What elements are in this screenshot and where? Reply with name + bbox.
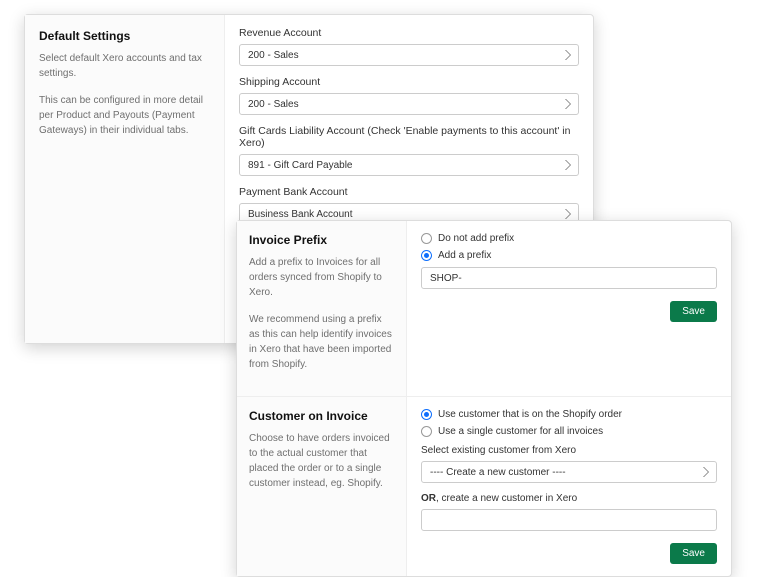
prefix-input[interactable]: SHOP-: [421, 267, 717, 289]
radio-no-prefix[interactable]: Do not add prefix: [421, 233, 717, 244]
or-create-label: OR, create a new customer in Xero: [421, 493, 717, 504]
radio-label: Do not add prefix: [438, 233, 514, 244]
invoice-prefix-main: Do not add prefix Add a prefix SHOP- Sav…: [407, 221, 731, 396]
radio-label: Add a prefix: [438, 250, 491, 261]
invoice-prefix-desc1: Add a prefix to Invoices for all orders …: [249, 255, 394, 300]
revenue-account-select[interactable]: 200 - Sales: [239, 44, 579, 66]
radio-label: Use a single customer for all invoices: [438, 426, 603, 437]
default-settings-sidebar: Default Settings Select default Xero acc…: [25, 15, 225, 343]
radio-icon: [421, 250, 432, 261]
or-bold: OR: [421, 493, 436, 504]
payment-bank-account-label: Payment Bank Account: [239, 186, 579, 198]
radio-icon: [421, 409, 432, 420]
default-settings-desc1: Select default Xero accounts and tax set…: [39, 51, 210, 81]
default-settings-desc2: This can be configured in more detail pe…: [39, 93, 210, 138]
customer-invoice-title: Customer on Invoice: [249, 409, 394, 423]
invoice-prefix-title: Invoice Prefix: [249, 233, 394, 247]
customer-invoice-main: Use customer that is on the Shopify orde…: [407, 397, 731, 576]
customer-invoice-section: Customer on Invoice Choose to have order…: [237, 397, 731, 576]
invoice-prefix-sidebar: Invoice Prefix Add a prefix to Invoices …: [237, 221, 407, 396]
revenue-account-label: Revenue Account: [239, 27, 579, 39]
save-button-prefix[interactable]: Save: [670, 301, 717, 322]
radio-use-shopify-customer[interactable]: Use customer that is on the Shopify orde…: [421, 409, 717, 420]
radio-add-prefix[interactable]: Add a prefix: [421, 250, 717, 261]
shipping-account-label: Shipping Account: [239, 76, 579, 88]
save-button-customer[interactable]: Save: [670, 543, 717, 564]
radio-icon: [421, 426, 432, 437]
shipping-account-select[interactable]: 200 - Sales: [239, 93, 579, 115]
or-rest: , create a new customer in Xero: [436, 493, 577, 504]
gift-cards-account-label: Gift Cards Liability Account (Check 'Ena…: [239, 125, 579, 149]
radio-label: Use customer that is on the Shopify orde…: [438, 409, 622, 420]
customer-invoice-sidebar: Customer on Invoice Choose to have order…: [237, 397, 407, 576]
existing-customer-select[interactable]: ---- Create a new customer ----: [421, 461, 717, 483]
front-panel: Invoice Prefix Add a prefix to Invoices …: [236, 220, 732, 577]
new-customer-input[interactable]: [421, 509, 717, 531]
customer-invoice-desc: Choose to have orders invoiced to the ac…: [249, 431, 394, 491]
default-settings-title: Default Settings: [39, 29, 210, 43]
gift-cards-account-select[interactable]: 891 - Gift Card Payable: [239, 154, 579, 176]
radio-single-customer[interactable]: Use a single customer for all invoices: [421, 426, 717, 437]
invoice-prefix-desc2: We recommend using a prefix as this can …: [249, 312, 394, 372]
existing-customer-label: Select existing customer from Xero: [421, 445, 717, 456]
invoice-prefix-section: Invoice Prefix Add a prefix to Invoices …: [237, 221, 731, 397]
radio-icon: [421, 233, 432, 244]
